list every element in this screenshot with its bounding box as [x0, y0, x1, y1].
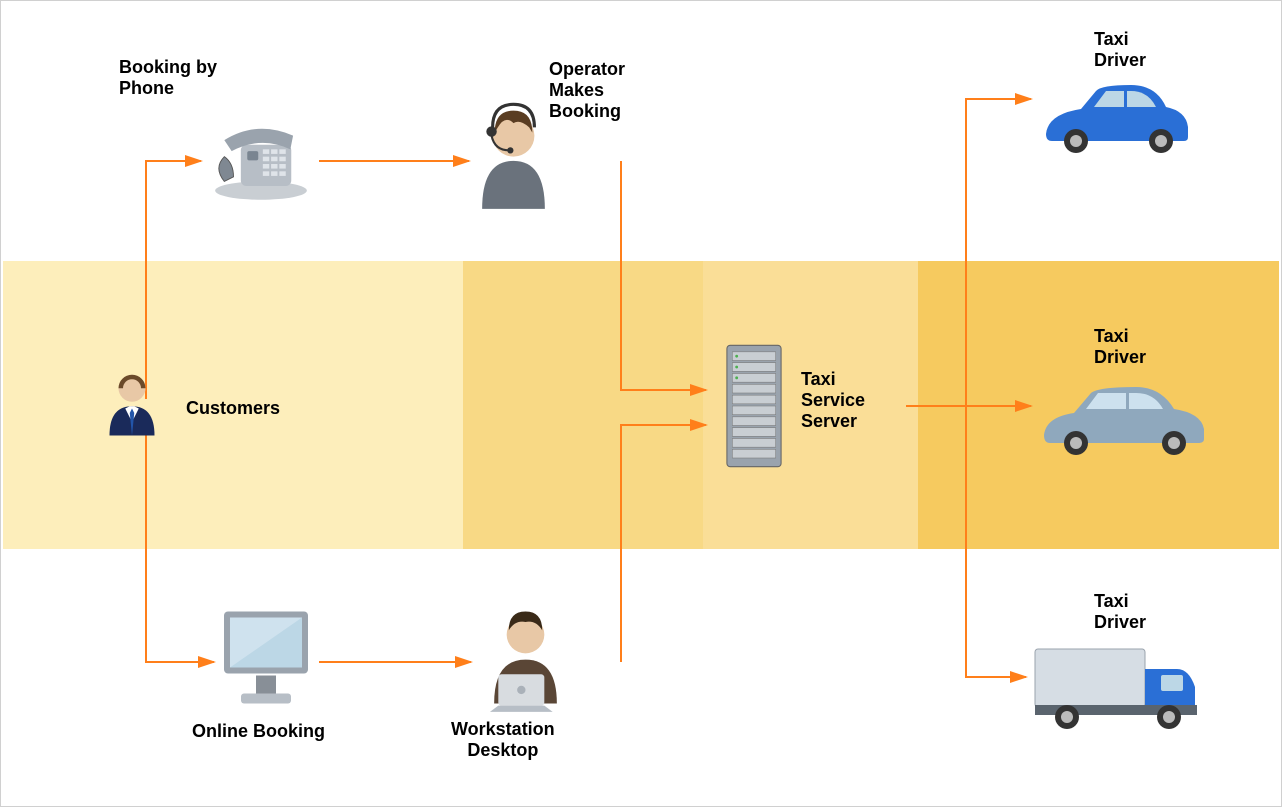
- node-taxi-3: Taxi Driver: [1094, 591, 1146, 633]
- node-server: Taxi Service Server: [801, 369, 865, 432]
- customers-label: Customers: [186, 398, 280, 419]
- online-booking-label: Online Booking: [192, 721, 325, 742]
- person-laptop-icon: [473, 599, 578, 714]
- node-operator: Operator Makes Booking: [549, 59, 625, 122]
- car-sedan-icon: [1036, 379, 1211, 459]
- node-taxi-2: Taxi Driver: [1094, 326, 1146, 368]
- node-taxi-1: Taxi Driver: [1094, 29, 1146, 71]
- operator-label: Operator Makes Booking: [549, 59, 625, 122]
- diagram-canvas: Customers Booking by Phone Operator Make…: [0, 0, 1282, 807]
- workstation-label: Workstation Desktop: [451, 719, 555, 761]
- node-customers: Customers: [96, 368, 280, 448]
- monitor-icon: [216, 601, 316, 716]
- truck-icon: [1029, 639, 1204, 734]
- operator-headset-icon: [471, 96, 556, 211]
- taxi-2-label: Taxi Driver: [1094, 326, 1146, 368]
- server-label: Taxi Service Server: [801, 369, 865, 432]
- car-blue-icon: [1036, 79, 1196, 159]
- person-suit-icon: [96, 368, 176, 448]
- band-segment-2: [463, 261, 703, 549]
- booking-phone-label: Booking by Phone: [119, 57, 217, 99]
- node-workstation: Workstation Desktop: [451, 719, 555, 761]
- node-booking-phone: Booking by Phone: [119, 57, 217, 107]
- server-rack-icon: [719, 341, 789, 471]
- taxi-1-label: Taxi Driver: [1094, 29, 1146, 71]
- node-online-booking: Online Booking: [192, 721, 325, 742]
- taxi-3-label: Taxi Driver: [1094, 591, 1146, 633]
- telephone-icon: [206, 111, 316, 206]
